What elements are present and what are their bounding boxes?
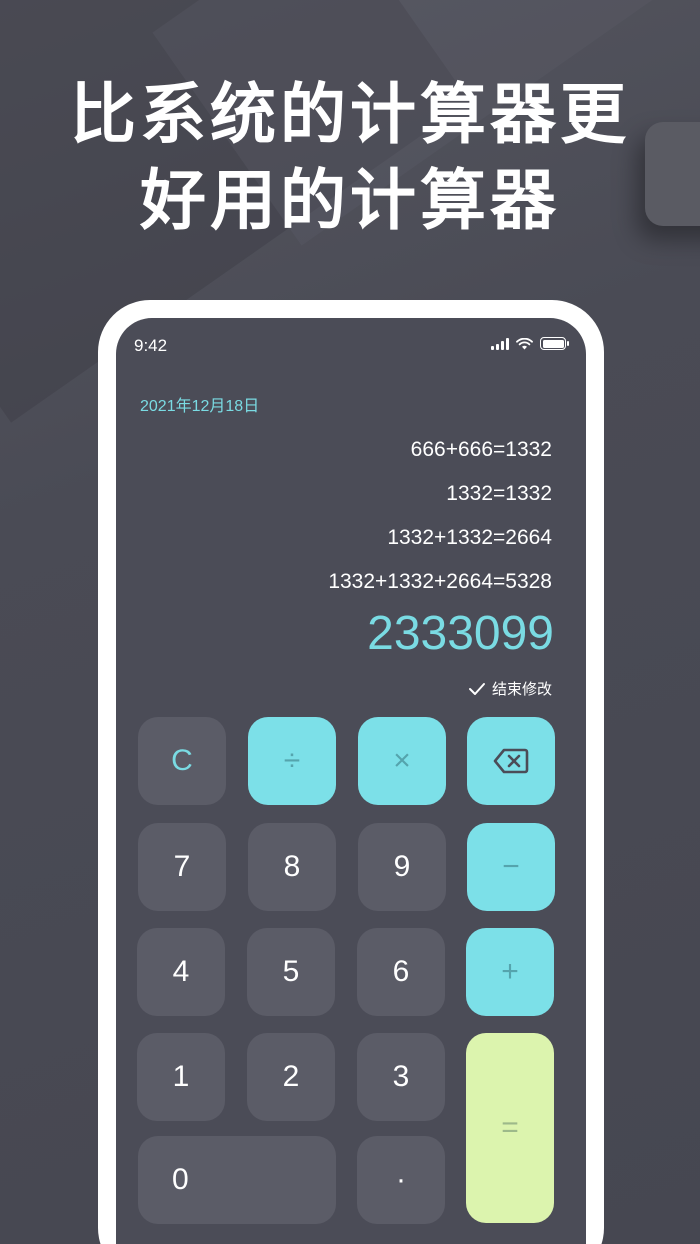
minus-button[interactable]: −	[467, 823, 555, 911]
digit-label: 6	[392, 955, 410, 988]
battery-icon	[540, 337, 569, 350]
multiply-label: ×	[393, 744, 411, 777]
digit-label: 8	[283, 850, 301, 883]
result-display: 2333099	[367, 607, 554, 660]
equals-button[interactable]: =	[466, 1033, 554, 1223]
promo-headline: 比系统的计算器更 好用的计算器	[0, 72, 700, 244]
history-list: 666+666=1332 1332=1332 1332+1332=2664 13…	[328, 428, 552, 604]
history-item[interactable]: 1332+1332=2664	[328, 516, 552, 560]
clear-label: C	[171, 744, 193, 777]
digit-label: 4	[172, 955, 190, 988]
digit-label: 2	[282, 1060, 300, 1093]
digit-0-button[interactable]: 0	[138, 1136, 336, 1224]
digit-label: 1	[172, 1060, 190, 1093]
digit-3-button[interactable]: 3	[357, 1033, 445, 1121]
clear-button[interactable]: C	[138, 717, 226, 805]
divide-button[interactable]: ÷	[248, 717, 336, 805]
digit-8-button[interactable]: 8	[248, 823, 336, 911]
signal-icon	[491, 338, 509, 350]
status-icons	[491, 337, 569, 350]
backspace-icon	[493, 748, 529, 774]
calculator-screen: 9:42 2021年12月18日 666+666=1332 1332=1332 …	[116, 318, 586, 1244]
digit-6-button[interactable]: 6	[357, 928, 445, 1016]
digit-label: 5	[282, 955, 300, 988]
status-time: 9:42	[134, 336, 168, 355]
digit-4-button[interactable]: 4	[137, 928, 225, 1016]
equals-label: =	[501, 1111, 519, 1144]
finish-edit-button[interactable]: 结束修改	[468, 678, 552, 699]
digit-label: 9	[393, 850, 411, 883]
decimal-point-button[interactable]: ·	[357, 1136, 445, 1224]
history-item[interactable]: 1332+1332+2664=5328	[328, 560, 552, 604]
wifi-icon	[516, 338, 533, 350]
plus-label: +	[501, 955, 519, 988]
digit-2-button[interactable]: 2	[247, 1033, 335, 1121]
digit-label: 7	[173, 850, 191, 883]
backspace-button[interactable]	[467, 717, 555, 805]
digit-label: 3	[392, 1060, 410, 1093]
multiply-button[interactable]: ×	[358, 717, 446, 805]
promo-stage: 比系统的计算器更 好用的计算器 9:42 2021年12月18日 666+666…	[0, 0, 700, 1244]
decimal-label: ·	[396, 1163, 406, 1196]
headline-line-2: 好用的计算器	[140, 162, 560, 239]
digit-9-button[interactable]: 9	[358, 823, 446, 911]
digit-7-button[interactable]: 7	[138, 823, 226, 911]
digit-1-button[interactable]: 1	[137, 1033, 225, 1121]
finish-edit-label: 结束修改	[491, 680, 552, 698]
digit-5-button[interactable]: 5	[247, 928, 335, 1016]
checkmark-icon	[468, 682, 485, 695]
history-item[interactable]: 666+666=1332	[328, 428, 552, 472]
calc-date: 2021年12月18日	[140, 398, 260, 415]
history-item[interactable]: 1332=1332	[328, 472, 552, 516]
minus-label: −	[502, 850, 520, 883]
divide-label: ÷	[283, 744, 301, 777]
phone-frame: 9:42 2021年12月18日 666+666=1332 1332=1332 …	[98, 300, 604, 1244]
digit-label: 0	[172, 1163, 189, 1196]
headline-line-1: 比系统的计算器更	[70, 76, 630, 153]
status-bar: 9:42	[116, 318, 586, 370]
plus-button[interactable]: +	[466, 928, 554, 1016]
